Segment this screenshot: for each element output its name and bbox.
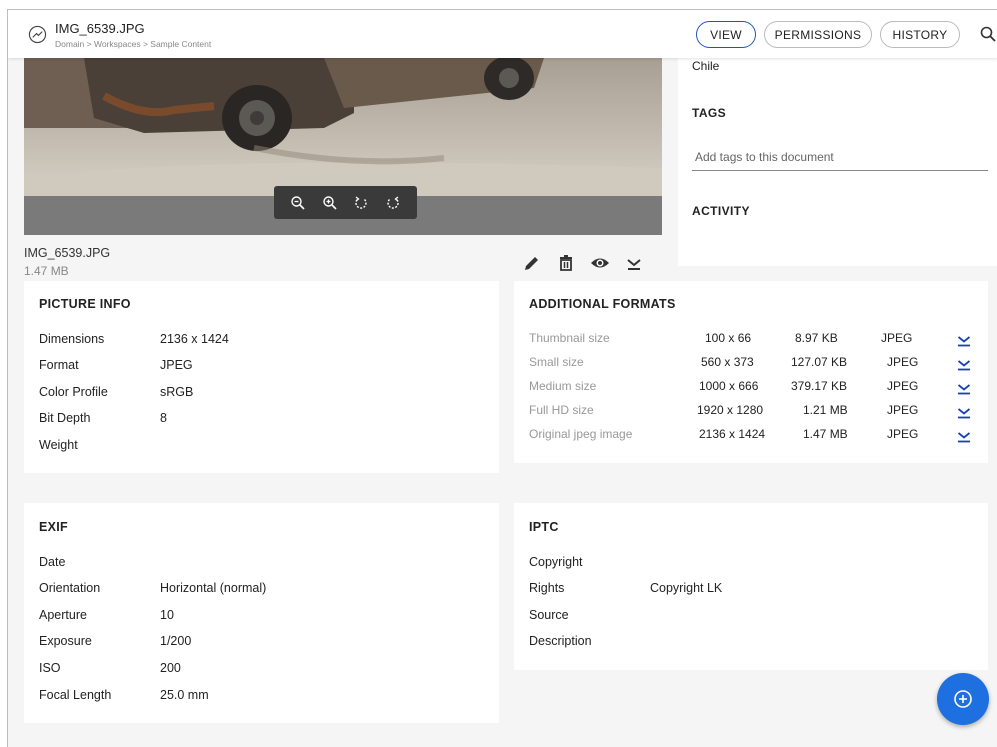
info-label: Bit Depth [39,411,91,425]
search-icon[interactable] [980,26,996,42]
breadcrumb[interactable]: Domain > Workspaces > Sample Content [55,39,211,49]
document-icon [28,25,47,44]
format-type: JPEG [887,427,919,441]
tab-history[interactable]: HISTORY [880,21,960,48]
download-icon[interactable] [957,381,971,395]
metadata-side-panel: Chile TAGS ACTIVITY [678,58,997,266]
exif-label: Aperture [39,608,87,622]
info-label: Dimensions [39,332,105,346]
activity-heading: ACTIVITY [692,204,750,218]
info-value: sRGB [160,385,194,399]
exif-value: 1/200 [160,634,192,648]
format-dimensions: 560 x 373 [701,355,754,369]
info-value: JPEG [160,358,193,372]
info-value: 2136 x 1424 [160,332,229,346]
format-size: 1.21 MB [803,403,848,417]
iptc-card: IPTC Copyright Rights Copyright LK Sourc… [514,503,988,670]
document-actions [521,252,645,274]
exif-label: Exposure [39,634,92,648]
format-name: Thumbnail size [529,331,610,345]
format-size: 127.07 KB [791,355,848,369]
format-dimensions: 1920 x 1280 [697,403,764,417]
file-name: IMG_6539.JPG [24,246,111,260]
download-icon[interactable] [957,405,971,419]
download-icon[interactable] [623,252,645,274]
exif-value: 25.0 mm [160,688,209,702]
card-title: PICTURE INFO [39,297,131,311]
format-name: Medium size [529,379,597,393]
info-label: Color Profile [39,385,108,399]
edit-icon[interactable] [521,252,543,274]
info-value: 8 [160,411,167,425]
exif-label: ISO [39,661,61,675]
format-size: 1.47 MB [803,427,848,441]
card-title: IPTC [529,520,559,534]
exif-value: Horizontal (normal) [160,581,267,595]
format-name: Original jpeg image [529,427,633,441]
rotate-right-icon[interactable] [385,195,401,211]
picture-info-card: PICTURE INFO Dimensions 2136 x 1424 Form… [24,281,499,473]
format-size: 379.17 KB [791,379,848,393]
add-circle-icon [954,690,972,708]
format-type: JPEG [887,355,919,369]
download-icon[interactable] [957,429,971,443]
format-size: 8.97 KB [795,331,838,345]
iptc-label: Rights [529,581,565,595]
format-type: JPEG [887,403,919,417]
exif-label: Orientation [39,581,101,595]
info-label: Weight [39,438,78,452]
tab-permissions[interactable]: PERMISSIONS [764,21,872,48]
document-header: IMG_6539.JPG Domain > Workspaces > Sampl… [8,10,997,58]
download-icon[interactable] [957,333,971,347]
exif-value: 10 [160,608,174,622]
iptc-label: Source [529,608,569,622]
viewer-controls [274,186,417,219]
zoom-in-icon[interactable] [322,195,338,211]
document-image [24,58,662,196]
image-viewer[interactable] [24,58,662,235]
format-dimensions: 100 x 66 [705,331,752,345]
tab-view[interactable]: VIEW [696,21,756,48]
info-label: Format [39,358,79,372]
format-name: Small size [529,355,584,369]
card-title: EXIF [39,520,68,534]
format-type: JPEG [881,331,913,345]
exif-label: Focal Length [39,688,112,702]
download-icon[interactable] [957,357,971,371]
exif-value: 200 [160,661,181,675]
document-view: IMG_6539.JPG Domain > Workspaces > Sampl… [7,9,997,747]
format-dimensions: 1000 x 666 [699,379,759,393]
zoom-out-icon[interactable] [290,195,306,211]
format-dimensions: 2136 x 1424 [699,427,766,441]
iptc-value: Copyright LK [650,581,723,595]
format-name: Full HD size [529,403,594,417]
preview-icon[interactable] [589,252,611,274]
tags-heading: TAGS [692,106,727,120]
tags-input[interactable] [692,144,988,171]
exif-label: Date [39,555,66,569]
document-title: IMG_6539.JPG [55,21,145,36]
create-document-button[interactable] [937,673,989,725]
format-type: JPEG [887,379,919,393]
iptc-label: Copyright [529,555,583,569]
additional-formats-card: ADDITIONAL FORMATS Thumbnail size 100 x … [514,281,988,463]
delete-icon[interactable] [555,252,577,274]
exif-card: EXIF Date Orientation Horizontal (normal… [24,503,499,723]
location-value: Chile [692,59,720,73]
card-title: ADDITIONAL FORMATS [529,297,676,311]
file-size: 1.47 MB [24,264,69,278]
rotate-left-icon[interactable] [353,195,369,211]
iptc-label: Description [529,634,592,648]
